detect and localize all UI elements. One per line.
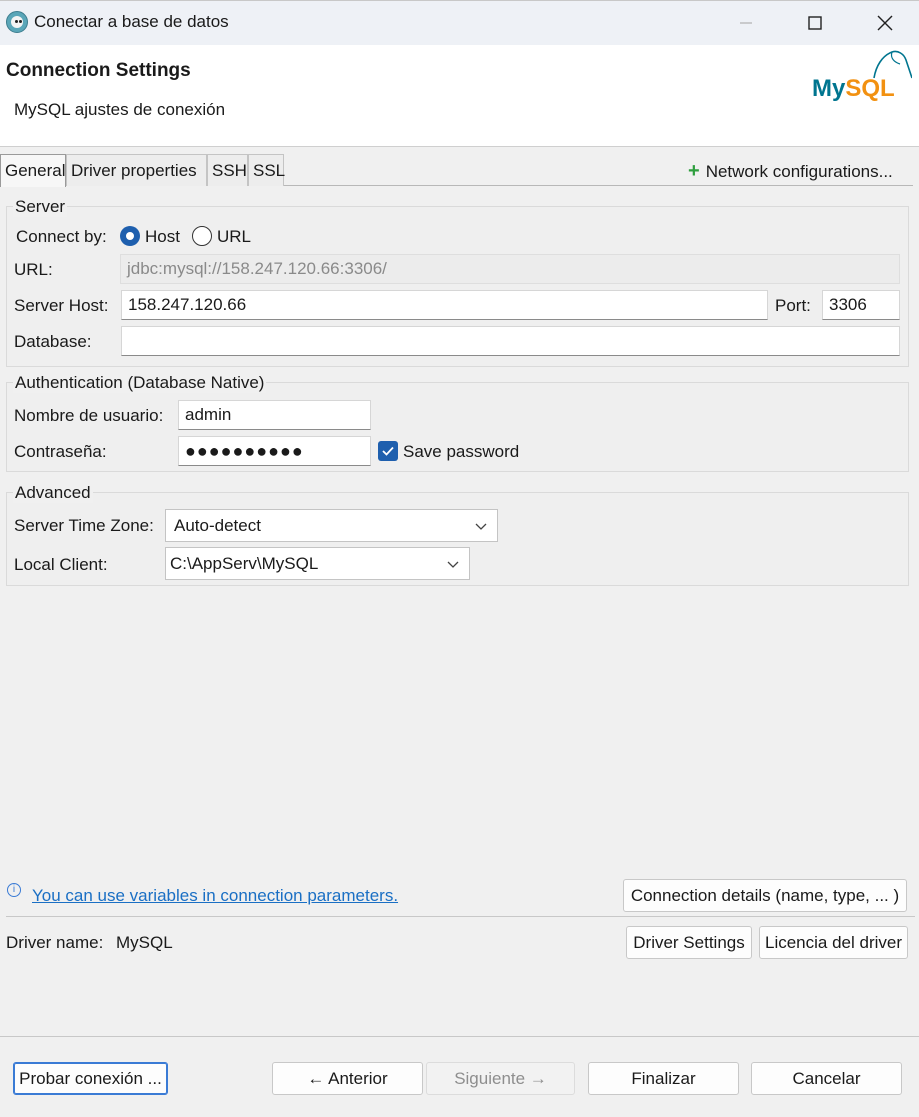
server-group-label: Server	[13, 197, 68, 217]
port-input[interactable]: 3306	[822, 290, 900, 320]
database-label: Database:	[14, 332, 92, 351]
maximize-icon	[808, 16, 822, 30]
driver-license-button[interactable]: Licencia del driver	[759, 926, 908, 959]
driver-name-label: Driver name:	[6, 933, 104, 952]
save-password-checkbox[interactable]	[378, 441, 398, 461]
radio-host[interactable]	[120, 226, 140, 246]
chevron-down-icon	[447, 561, 459, 568]
username-label: Nombre de usuario:	[14, 406, 164, 425]
username-input[interactable]: admin	[178, 400, 371, 430]
back-button[interactable]: ← Anterior	[272, 1062, 423, 1095]
chevron-down-icon	[475, 523, 487, 530]
tab-general[interactable]: General	[0, 154, 66, 187]
page-subtitle: MySQL ajustes de conexión	[14, 100, 226, 119]
footer-separator	[6, 916, 915, 917]
minimize-icon	[740, 22, 752, 24]
driver-name-value: MySQL	[116, 933, 173, 952]
port-label: Port:	[775, 296, 811, 315]
bottom-separator	[0, 1036, 919, 1037]
page-title: Connection Settings	[6, 60, 191, 81]
plus-icon: +	[688, 160, 700, 182]
url-label: URL:	[14, 260, 53, 279]
dbeaver-app-icon	[6, 11, 28, 33]
advanced-group-label: Advanced	[13, 483, 93, 503]
server-time-zone-select[interactable]: Auto-detect	[165, 509, 498, 542]
mysql-logo: MySQL	[812, 50, 912, 102]
server-time-zone-label: Server Time Zone:	[14, 516, 154, 535]
cancel-button[interactable]: Cancelar	[751, 1062, 902, 1095]
finish-button[interactable]: Finalizar	[588, 1062, 739, 1095]
close-button[interactable]	[870, 8, 900, 38]
tab-ssh[interactable]: SSH	[207, 154, 248, 186]
server-host-input[interactable]: 158.247.120.66	[121, 290, 768, 320]
next-button[interactable]: Siguiente →	[426, 1062, 575, 1095]
radio-url[interactable]	[192, 226, 212, 246]
save-password-label: Save password	[403, 442, 520, 461]
radio-url-label: URL	[217, 227, 252, 246]
minimize-button[interactable]	[731, 8, 761, 38]
maximize-button[interactable]	[800, 8, 830, 38]
window-title: Conectar a base de datos	[34, 12, 229, 31]
close-icon	[877, 15, 893, 31]
info-icon: i	[7, 883, 21, 897]
local-client-value: C:\AppServ\MySQL	[170, 554, 319, 573]
password-label: Contraseña:	[14, 442, 107, 461]
local-client-label: Local Client:	[14, 555, 108, 574]
radio-host-label: Host	[145, 227, 180, 246]
test-connection-button[interactable]: Probar conexión ...	[13, 1062, 168, 1095]
server-host-label: Server Host:	[14, 296, 109, 315]
checkmark-icon	[382, 446, 394, 456]
connect-by-label: Connect by:	[16, 227, 107, 246]
variables-help-link[interactable]: You can use variables in connection para…	[32, 886, 398, 906]
driver-settings-button[interactable]: Driver Settings	[626, 926, 752, 959]
authentication-group-label: Authentication (Database Native)	[13, 373, 267, 393]
mysql-logo-text: MySQL	[812, 75, 895, 102]
password-input[interactable]: ●●●●●●●●●●	[178, 436, 371, 466]
tab-driver-properties[interactable]: Driver properties	[66, 154, 207, 186]
tab-ssl[interactable]: SSL	[248, 154, 285, 186]
server-time-zone-value: Auto-detect	[174, 516, 261, 535]
network-configurations-label: Network configurations...	[705, 162, 893, 181]
local-client-select[interactable]: C:\AppServ\MySQL	[165, 547, 470, 580]
database-input[interactable]	[121, 326, 900, 356]
url-field: jdbc:mysql://158.247.120.66:3306/	[120, 254, 900, 284]
network-configurations-button[interactable]: + Network configurations...	[688, 160, 893, 183]
connection-details-button[interactable]: Connection details (name, type, ... )	[623, 879, 907, 912]
